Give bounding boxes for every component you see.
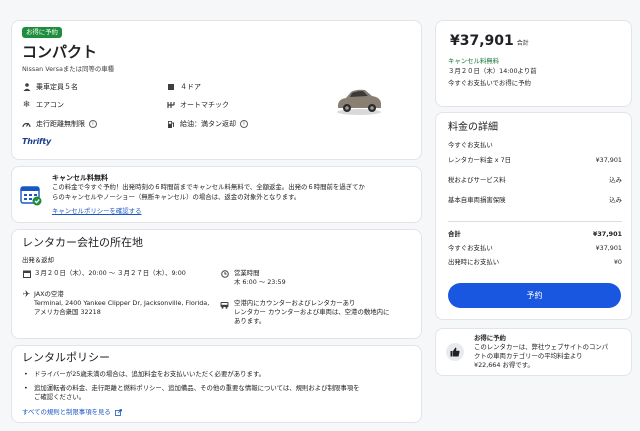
insurance-value: 込み [609, 196, 622, 204]
clock-icon [220, 269, 229, 278]
pay-now-section: 今すぐお支払い [448, 141, 493, 149]
pay-at-pickup-row: 出発時にお支払い ¥0 [448, 258, 622, 267]
car-card: お得に予約 コンパクト Nissan Versaまたは同等の車種 乗車定員５名 … [11, 20, 422, 160]
total-label: 合計 [448, 230, 461, 238]
cancellation-card: キャンセル料無料 この料金で今すぐ予約！出発時刻の６時間前までキャンセル料無料で… [11, 166, 422, 223]
total-row: 合計 ¥37,901 [448, 230, 622, 239]
policy-title: レンタルポリシー [22, 351, 110, 364]
total-value: ¥37,901 [592, 230, 622, 238]
tax-label: 税およびサービス料 [448, 176, 506, 184]
pay-now-label: 今すぐお支払い [448, 244, 493, 252]
tax-row: 税およびサービス料 込み [448, 176, 622, 185]
policy-item-2a: 追加運転者の料金、走行距離と燃料ポリシー、追加備品、その他の重要な情報については… [34, 384, 360, 392]
airplane-icon: ✈ [22, 289, 31, 300]
cancellation-text-1: この料金で今すぐ予約！出発時刻の６時間前までキャンセル料無料で、全額返金。出発の… [52, 183, 365, 191]
policy-bullet-1: • [24, 370, 28, 378]
all-rules-link-label: すべての規則と制限事項を見る [22, 408, 111, 416]
policy-card: レンタルポリシー • ドライバーが25歳未満の場合は、追加料金をお支払いいただく… [11, 345, 422, 423]
pay-now-row: 今すぐお支払い ¥37,901 [448, 244, 622, 253]
person-icon [22, 82, 31, 91]
feature-transmission: オートマチック [180, 101, 229, 109]
rental-fee-row: レンタカー料金 x 7日 ¥37,901 [448, 156, 622, 165]
cancel-deadline: ３月２０日（木）14:00より前 [448, 67, 537, 75]
airport-name: JAXの空港 [34, 290, 64, 298]
cancellation-policy-link[interactable]: キャンセルポリシーを確認する [52, 207, 141, 216]
pay-at-pickup-label: 出発時にお支払い [448, 258, 500, 266]
details-divider [448, 221, 622, 222]
car-door-icon [166, 82, 175, 91]
car-image [334, 79, 384, 119]
total-unit: 合計 [516, 40, 529, 47]
counter-line-3: あります。 [234, 317, 266, 325]
address-line-1: Terminal, 2400 Yankee Clipper Dr, Jackso… [34, 299, 210, 307]
location-card: レンタカー会社の所在地 出発＆返却 ３月２０日（木）、20:00 ～ ３月２７日… [11, 229, 422, 339]
book-button[interactable]: 予約 [448, 283, 621, 308]
counter-line-1: 空港内にカウンターおよびレンタカーあり [234, 299, 356, 307]
pickup-return-label: 出発＆返却 [22, 256, 54, 264]
feature-mileage: 走行距離無制限 i [36, 119, 97, 129]
insurance-row: 基本自車両損害保険 込み [448, 196, 622, 205]
address-line-2: アメリカ合衆国 32218 [34, 308, 101, 316]
fuel-pump-icon [166, 119, 175, 128]
pay-at-pickup-value: ¥0 [613, 258, 622, 266]
hours-value: 木 6:00 ～ 23:59 [234, 278, 286, 286]
feature-doors: ４ドア [180, 83, 201, 91]
deal-line-3: ¥22,664 お得です。 [474, 361, 534, 369]
calendar-small-icon [22, 269, 31, 278]
rental-dates: ３月２０日（木）、20:00 ～ ３月２７日（木）、9:00 [34, 269, 186, 277]
rental-fee-label: レンタカー料金 x 7日 [448, 156, 512, 164]
feature-fuel-label: 給油：満タン返却 [180, 120, 236, 128]
location-title: レンタカー会社の所在地 [22, 236, 143, 249]
thumbs-up-icon [446, 343, 464, 361]
deal-badge: お得に予約 [22, 27, 62, 38]
price-card: ¥37,901 合計 キャンセル料無料 ３月２０日（木）14:00より前 今すぐ… [435, 20, 632, 107]
counter-line-2: レンタカー カウンターおよび車両は、空港の敷地内に [234, 308, 390, 316]
deal-line-1: このレンタカーは、弊社ウェブサイトのコンパ [474, 343, 609, 351]
details-title: 料金の詳細 [448, 122, 498, 133]
vendor-logo: Thrifty [22, 137, 51, 146]
gearshift-icon [166, 100, 175, 109]
feature-ac: エアコン [36, 101, 64, 109]
info-icon[interactable]: i [240, 120, 248, 128]
insurance-label: 基本自車両損害保険 [448, 196, 506, 204]
external-link-icon [114, 409, 122, 416]
car-model: Nissan Versaまたは同等の車種 [22, 65, 115, 73]
deal-title: お得に予約 [474, 334, 506, 342]
feature-mileage-label: 走行距離無制限 [36, 120, 85, 128]
deal-card: お得に予約 このレンタカーは、弊社ウェブサイトのコンパ クトの車両カテゴリーの平… [435, 328, 632, 376]
policy-bullet-2: • [24, 384, 28, 392]
cancellation-text-2: らのキャンセルやノーショー（無断キャンセル）の場合は、返金の対象外となります。 [52, 193, 301, 201]
tax-value: 込み [609, 176, 622, 184]
info-icon[interactable]: i [89, 120, 97, 128]
pay-now-value: ¥37,901 [595, 244, 622, 252]
calendar-icon [20, 184, 42, 206]
feature-seats: 乗車定員５名 [36, 83, 78, 91]
cancellation-title: キャンセル料無料 [52, 174, 108, 182]
rental-fee-value: ¥37,901 [595, 156, 622, 164]
car-category-title: コンパクト [22, 43, 98, 61]
deal-line-2: クトの車両カテゴリーの平均料金より [474, 352, 583, 360]
shuttle-icon [220, 300, 229, 309]
pay-now-note: 今すぐお支払いでお得に予約 [448, 79, 531, 87]
total-price: ¥37,901 [450, 33, 514, 49]
price-summary: ¥37,901 合計 [450, 33, 529, 49]
speedometer-icon [22, 119, 31, 128]
price-details-card: 料金の詳細 今すぐお支払い レンタカー料金 x 7日 ¥37,901 税およびサ… [435, 112, 632, 320]
hours-label: 営業時間 [234, 269, 260, 277]
snowflake-icon: ❄ [22, 99, 31, 110]
policy-item-1: ドライバーが25歳未満の場合は、追加料金をお支払いいただく必要があります。 [34, 370, 266, 378]
feature-fuel: 給油：満タン返却 i [180, 119, 248, 129]
policy-item-2b: ご確認ください。 [34, 393, 86, 401]
free-cancel-label: キャンセル料無料 [448, 57, 500, 65]
all-rules-link[interactable]: すべての規則と制限事項を見る [22, 408, 122, 417]
